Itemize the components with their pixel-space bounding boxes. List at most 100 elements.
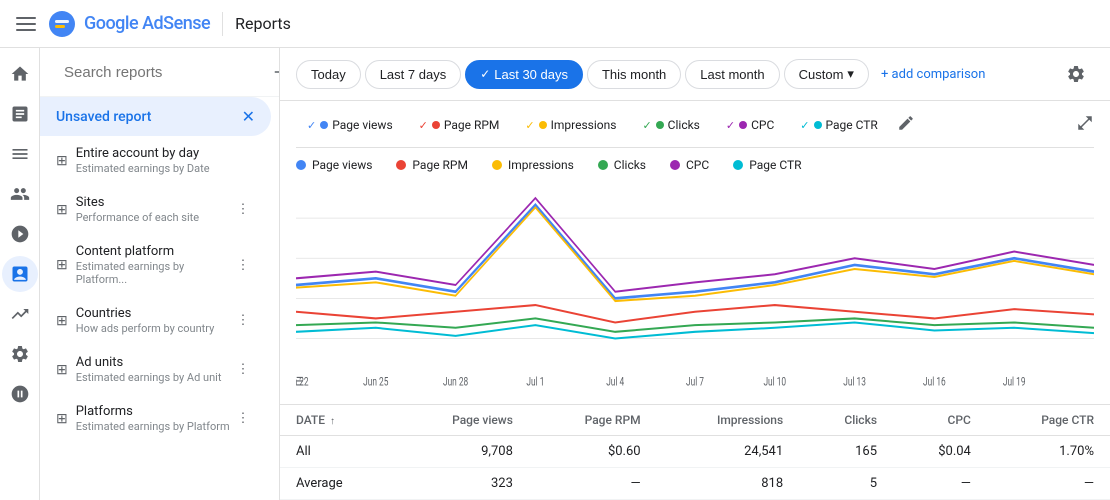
sidebar-icon-optimize[interactable] — [2, 376, 38, 412]
svg-text:Jun 25: Jun 25 — [363, 374, 388, 389]
legend-dot-clicks — [598, 160, 608, 170]
nav-items: Unsaved report ✕ ⊞ Entire account by day… — [40, 97, 279, 500]
nav-item-platforms[interactable]: ⊞ Platforms Estimated earnings by Platfo… — [40, 394, 271, 443]
nav-item-sub-content-platform: Estimated earnings by Platform... — [76, 260, 231, 286]
nav-item-menu-ad-units[interactable]: ⋮ — [231, 358, 255, 382]
search-input[interactable] — [64, 64, 263, 81]
cell-cpc-average: — — [893, 468, 987, 500]
nav-item-sites[interactable]: ⊞ Sites Performance of each site ⋮ — [40, 185, 271, 234]
main-content: Today Last 7 days ✓ Last 30 days This mo… — [280, 48, 1110, 500]
hamburger-icon[interactable] — [16, 12, 40, 36]
col-header-date[interactable]: DATE ↑ — [280, 405, 394, 436]
logo-text: Google AdSense — [84, 13, 210, 34]
cell-label-average: Average — [280, 468, 394, 500]
date-btn-last7[interactable]: Last 7 days — [365, 60, 462, 89]
date-btn-today[interactable]: Today — [296, 60, 361, 89]
sidebar-icon-reports[interactable] — [2, 256, 38, 292]
chip-label-cpc: CPC — [751, 118, 774, 132]
nav-item-ad-units[interactable]: ⊞ Ad units Estimated earnings by Ad unit… — [40, 345, 271, 394]
nav-item-menu-sites[interactable]: ⋮ — [231, 198, 255, 222]
legend-label-page-rpm: Page RPM — [412, 158, 468, 172]
date-btn-lastmonth[interactable]: Last month — [685, 60, 779, 89]
sidebar-icon-inbox[interactable] — [2, 96, 38, 132]
legend-label-impressions: Impressions — [508, 158, 574, 172]
cell-page-ctr-all: 1.70% — [987, 436, 1110, 468]
sidebar-icon-people[interactable] — [2, 176, 38, 212]
nav-item-menu-countries[interactable]: ⋮ — [231, 309, 255, 333]
chip-page-ctr[interactable]: ✓ Page CTR — [789, 113, 889, 137]
data-table: DATE ↑ Page views Page RPM Impressions C… — [280, 405, 1110, 500]
date-btn-thismonth[interactable]: This month — [587, 60, 681, 89]
cell-page-rpm-all: $0.60 — [529, 436, 657, 468]
nav-item-menu-content-platform[interactable]: ⋮ — [231, 253, 255, 277]
sidebar-icon-block[interactable] — [2, 216, 38, 252]
table-row-all: All 9,708 $0.60 24,541 165 $0.04 1.70% — [280, 436, 1110, 468]
svg-text:☰: ☰ — [296, 374, 303, 389]
nav-item-countries[interactable]: ⊞ Countries How ads perform by country ⋮ — [40, 296, 271, 345]
add-comparison-button[interactable]: + add comparison — [881, 67, 985, 82]
svg-text:Jul 4: Jul 4 — [606, 374, 624, 389]
table-row-average: Average 323 — 818 5 — — — [280, 468, 1110, 500]
close-unsaved-icon[interactable]: ✕ — [242, 107, 255, 126]
cell-clicks-average: 5 — [799, 468, 893, 500]
cell-cpc-all: $0.04 — [893, 436, 987, 468]
topbar: Google AdSense Reports — [0, 0, 1110, 48]
nav-item-sub-countries: How ads perform by country — [76, 322, 231, 335]
date-btn-last30[interactable]: ✓ Last 30 days — [465, 60, 583, 89]
col-header-page-ctr[interactable]: Page CTR — [987, 405, 1110, 436]
sidebar-icon-home[interactable] — [2, 56, 38, 92]
cell-label-all: All — [280, 436, 394, 468]
cell-impressions-average: 818 — [657, 468, 800, 500]
table-header-row: DATE ↑ Page views Page RPM Impressions C… — [280, 405, 1110, 436]
cell-page-rpm-average: — — [529, 468, 657, 500]
chip-label-page-rpm: Page RPM — [444, 118, 500, 132]
edit-metrics-icon[interactable] — [897, 114, 915, 136]
nav-item-unsaved-report[interactable]: Unsaved report ✕ — [40, 97, 271, 136]
col-header-cpc[interactable]: CPC — [893, 405, 987, 436]
chip-impressions[interactable]: ✓ Impressions — [514, 113, 627, 137]
legend-label-cpc: CPC — [686, 158, 709, 172]
chip-label-clicks: Clicks — [668, 118, 700, 132]
col-header-page-rpm[interactable]: Page RPM — [529, 405, 657, 436]
chip-page-rpm[interactable]: ✓ Page RPM — [408, 113, 511, 137]
legend-label-page-ctr: Page CTR — [749, 158, 801, 172]
nav-item-sub-sites: Performance of each site — [76, 211, 231, 224]
nav-item-menu-platforms[interactable]: ⋮ — [231, 407, 255, 431]
cell-page-ctr-average: — — [987, 468, 1110, 500]
legend-dot-cpc — [670, 160, 680, 170]
legend-page-ctr: Page CTR — [733, 158, 801, 172]
sidebar-icon-content[interactable] — [2, 136, 38, 172]
legend-dot-impressions — [492, 160, 502, 170]
expand-chart-icon[interactable] — [1076, 114, 1094, 136]
left-panel: Unsaved report ✕ ⊞ Entire account by day… — [40, 48, 280, 500]
col-header-clicks[interactable]: Clicks — [799, 405, 893, 436]
nav-item-title-content-platform: Content platform — [76, 244, 231, 259]
nav-item-entire-account[interactable]: ⊞ Entire account by day Estimated earnin… — [40, 136, 271, 185]
col-header-page-views[interactable]: Page views — [394, 405, 529, 436]
nav-item-sub-entire-account: Estimated earnings by Date — [76, 162, 255, 175]
cell-page-views-average: 323 — [394, 468, 529, 500]
chip-clicks[interactable]: ✓ Clicks — [631, 113, 710, 137]
nav-icon-platforms: ⊞ — [56, 411, 68, 427]
cell-page-views-all: 9,708 — [394, 436, 529, 468]
date-btn-custom[interactable]: Custom ▾ — [784, 59, 869, 89]
search-bar — [40, 48, 279, 97]
chip-label-page-views: Page views — [332, 118, 392, 132]
chip-page-views[interactable]: ✓ Page views — [296, 113, 404, 137]
settings-gear-button[interactable] — [1058, 56, 1094, 92]
legend-dot-page-rpm — [396, 160, 406, 170]
nav-item-title-entire-account: Entire account by day — [76, 146, 255, 161]
unsaved-report-label: Unsaved report — [56, 109, 151, 125]
add-report-button[interactable] — [271, 60, 280, 84]
svg-text:Jun 28: Jun 28 — [443, 374, 468, 389]
nav-icon-countries: ⊞ — [56, 313, 68, 329]
chip-label-impressions: Impressions — [551, 118, 617, 132]
svg-text:Jul 16: Jul 16 — [923, 374, 946, 389]
sidebar-icon-settings[interactable] — [2, 336, 38, 372]
chip-cpc[interactable]: ✓ CPC — [715, 113, 785, 137]
nav-item-content-platform[interactable]: ⊞ Content platform Estimated earnings by… — [40, 234, 271, 296]
col-header-impressions[interactable]: Impressions — [657, 405, 800, 436]
logo-area: Google AdSense — [16, 10, 210, 38]
sidebar-icons — [0, 48, 40, 500]
sidebar-icon-trending[interactable] — [2, 296, 38, 332]
